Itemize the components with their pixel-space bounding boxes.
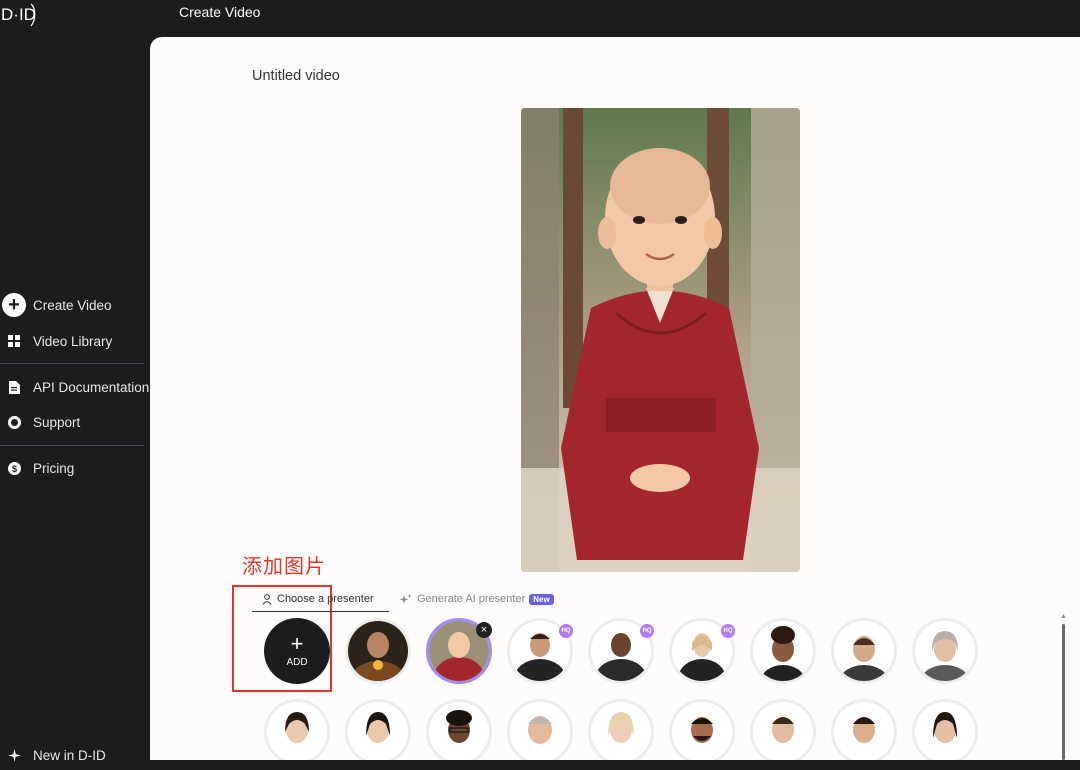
presenter-avatar[interactable] bbox=[669, 699, 735, 760]
person-icon bbox=[262, 593, 272, 605]
new-badge: New bbox=[529, 593, 554, 605]
video-preview bbox=[521, 108, 800, 572]
presenter-avatar[interactable] bbox=[912, 699, 978, 760]
presenter-avatar[interactable] bbox=[345, 699, 411, 760]
add-presenter-button[interactable]: + ADD bbox=[264, 618, 330, 684]
hq-badge: HQ bbox=[721, 624, 735, 638]
presenter-avatar[interactable] bbox=[426, 699, 492, 760]
presenter-avatar[interactable] bbox=[588, 699, 654, 760]
sidebar-item-label: Create Video bbox=[33, 297, 112, 313]
sidebar-item-label: New in D-ID bbox=[33, 747, 106, 763]
dollar-icon: $ bbox=[0, 461, 28, 475]
plus-icon: + bbox=[290, 630, 304, 656]
sparkles-icon bbox=[399, 593, 412, 605]
hq-badge: HQ bbox=[640, 624, 654, 638]
lifebuoy-icon bbox=[0, 415, 28, 429]
page-title: Create Video bbox=[179, 4, 261, 20]
remove-presenter-button[interactable]: × bbox=[476, 622, 492, 638]
plus-circle-icon: + bbox=[2, 293, 26, 317]
sidebar-divider bbox=[0, 363, 144, 364]
sidebar-item-label: Video Library bbox=[33, 333, 113, 349]
sidebar-divider bbox=[0, 445, 144, 446]
sidebar-item-video-library[interactable]: Video Library bbox=[0, 326, 150, 356]
hq-badge: HQ bbox=[559, 624, 573, 638]
sidebar-item-label: API Documentation bbox=[33, 379, 150, 395]
tab-label: Choose a presenter bbox=[277, 593, 374, 605]
sidebar-item-create-video[interactable]: + Create Video bbox=[0, 290, 150, 320]
grid-icon bbox=[0, 335, 28, 347]
presenter-avatar[interactable] bbox=[750, 699, 816, 760]
sidebar-item-label: Pricing bbox=[33, 460, 75, 476]
sidebar-item-label: Support bbox=[33, 414, 81, 430]
video-title[interactable]: Untitled video bbox=[252, 68, 340, 84]
presenter-avatar[interactable] bbox=[831, 699, 897, 760]
tab-choose-presenter[interactable]: Choose a presenter bbox=[252, 589, 389, 612]
annotation-label: 添加图片 bbox=[242, 556, 326, 578]
sidebar: + Create Video Video Library API Documen… bbox=[0, 36, 150, 763]
presenter-avatar[interactable] bbox=[264, 699, 330, 760]
sidebar-item-pricing[interactable]: $ Pricing bbox=[0, 453, 150, 483]
main-panel: Untitled video 添加图片 Choose a presenter G… bbox=[150, 37, 1080, 760]
tab-generate-ai-presenter[interactable]: Generate AI presenter New bbox=[399, 589, 554, 609]
presenter-avatar[interactable] bbox=[750, 618, 816, 684]
scroll-up-arrow-icon[interactable]: ▲ bbox=[1060, 613, 1068, 621]
svg-text:$: $ bbox=[11, 464, 16, 474]
sidebar-item-new-in-did[interactable]: New in D-ID bbox=[0, 740, 150, 770]
scrollbar-thumb[interactable] bbox=[1062, 624, 1065, 760]
tab-label: Generate AI presenter bbox=[417, 593, 526, 605]
document-icon bbox=[0, 380, 28, 394]
presenter-avatar[interactable] bbox=[831, 618, 897, 684]
add-button-label: ADD bbox=[286, 656, 308, 668]
did-logo[interactable]: D·ID bbox=[0, 0, 40, 30]
sidebar-item-support[interactable]: Support bbox=[0, 407, 150, 437]
presenter-avatar[interactable] bbox=[912, 618, 978, 684]
presenter-avatar[interactable] bbox=[345, 618, 411, 684]
sidebar-item-api-documentation[interactable]: API Documentation bbox=[0, 372, 150, 402]
presenter-avatar[interactable] bbox=[507, 699, 573, 760]
svg-text:D·ID: D·ID bbox=[1, 5, 36, 24]
